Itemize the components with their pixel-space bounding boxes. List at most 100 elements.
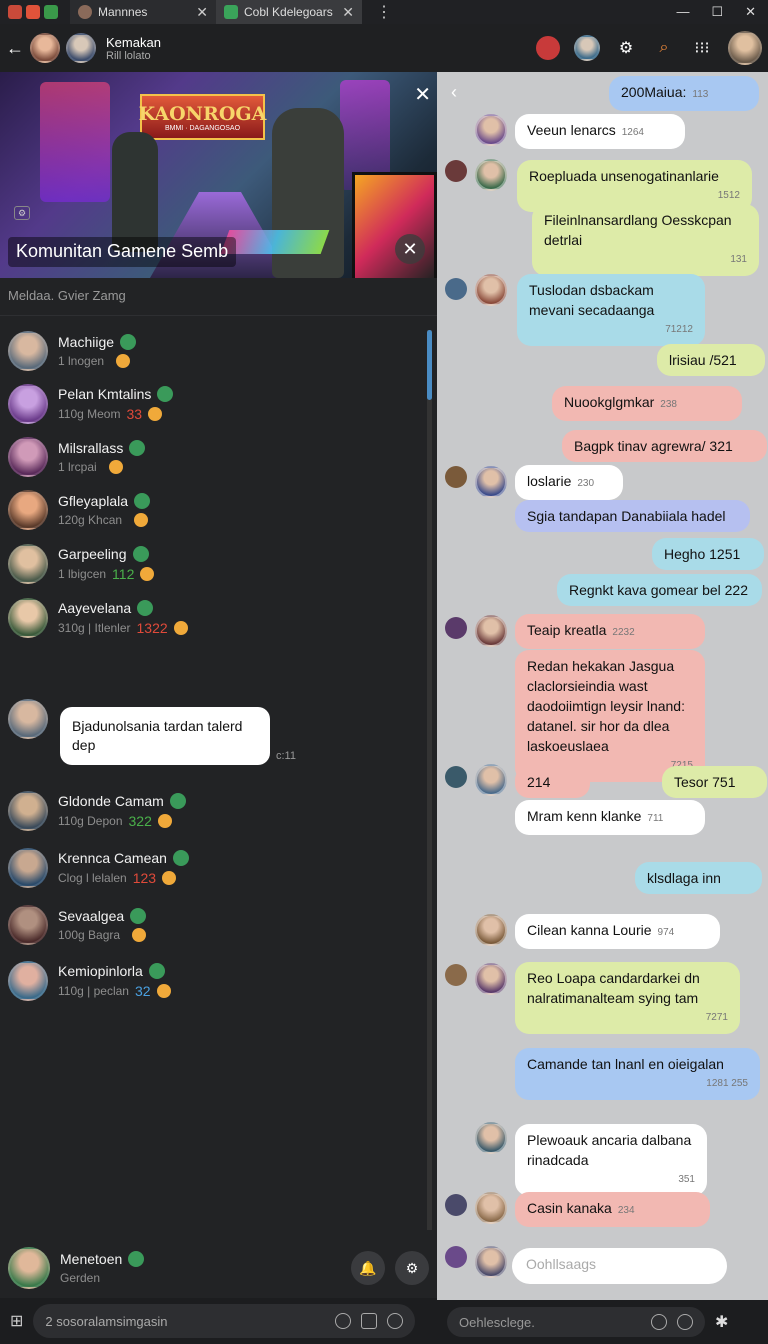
message-bubble[interactable]: Plewoauk ancaria dalbana rinadcada 351 <box>515 1124 707 1196</box>
member-name-line: Aayevelana <box>58 600 188 616</box>
reply-input[interactable]: Oohllsaags <box>512 1248 727 1284</box>
message-time: 230 <box>577 478 595 489</box>
message-bubble[interactable]: lrisiau /521 <box>657 344 765 376</box>
close-icon[interactable]: ✕ <box>342 4 354 21</box>
bell-button[interactable]: 🔔 <box>351 1251 385 1285</box>
server-icon[interactable] <box>445 278 467 300</box>
server-icon[interactable] <box>445 466 467 488</box>
close-icon[interactable]: ✕ <box>196 4 208 21</box>
apps-grid-icon[interactable]: ⁝⁝⁝ <box>690 36 714 60</box>
settings-button[interactable]: ⚙ <box>395 1251 429 1285</box>
server-icon[interactable] <box>445 1194 467 1216</box>
search-icon[interactable]: ⌕ <box>652 36 676 60</box>
tab-coblkdelegoars[interactable]: Cobl Kdelegoars ✕ <box>216 0 362 24</box>
scrollbar[interactable] <box>427 330 432 1230</box>
back-arrow-icon[interactable]: ← <box>6 38 24 59</box>
back-chevron-icon[interactable]: ‹ <box>451 82 457 103</box>
message-bubble[interactable]: Tesor 751 <box>662 766 767 798</box>
close-icon[interactable]: ✕ <box>414 82 431 107</box>
pinned-tab-icon[interactable] <box>44 5 58 19</box>
avatar[interactable] <box>574 35 600 61</box>
message-bubble[interactable]: Veeun lenarcs 1264 <box>515 114 685 149</box>
community-banner: KAONROGA BMMI · DAGANGOSAO ⚙ Komunitan G… <box>0 72 437 278</box>
message-bubble[interactable]: klsdlaga inn <box>635 862 762 894</box>
bug-icon[interactable]: ✱ <box>715 1312 728 1332</box>
avatar[interactable] <box>475 114 507 146</box>
avatar[interactable] <box>475 914 507 946</box>
member-row[interactable]: Garpeeling 1 lbigcen 112 <box>0 544 420 584</box>
avatar[interactable] <box>8 699 48 739</box>
avatar[interactable] <box>30 33 60 63</box>
share-icon[interactable] <box>361 1313 378 1329</box>
avatar[interactable] <box>475 1122 507 1154</box>
message-bubble[interactable]: Reo Loapa candardarkei dn nalratimanalte… <box>515 962 740 1034</box>
message-bubble[interactable]: Redan hekakan Jasgua claclorsieindia was… <box>515 650 705 782</box>
message-bubble[interactable]: Cilean kanna Lourie 974 <box>515 914 720 949</box>
scrollbar-thumb[interactable] <box>427 330 432 400</box>
member-row[interactable]: Sevaalgea 100g Bagra <box>0 905 420 945</box>
message-bubble[interactable]: Tuslodan dsbackam mevani secadaanga 71212 <box>517 274 705 346</box>
avatar[interactable] <box>66 33 96 63</box>
message-bubble[interactable]: Fileinlnansardlang Oesskcpan detrlai 131 <box>532 204 759 276</box>
community-search-input[interactable]: 2 sosoralamsimgasin <box>33 1304 416 1338</box>
member-row[interactable]: Kemiopinlorla 110g | peclan 32 <box>0 961 420 1001</box>
message-bubble[interactable]: Bagpk tinav agrewra/ 321 <box>562 430 767 462</box>
footer-member[interactable]: Menetoen Gerden 🔔 ⚙ <box>0 1240 437 1296</box>
message-bubble[interactable]: Regnkt kava gomear bel 222 <box>557 574 762 606</box>
server-icon[interactable] <box>445 964 467 986</box>
message-bubble[interactable]: loslarie 230 <box>515 465 623 500</box>
gear-icon[interactable]: ⚙ <box>614 36 638 60</box>
tab-mannnes[interactable]: Mannnes ✕ <box>70 0 216 24</box>
emoji-icon <box>108 460 123 474</box>
more-icon[interactable]: ⋮ <box>376 2 392 22</box>
clock-icon[interactable] <box>335 1313 352 1329</box>
server-icon[interactable] <box>445 1246 467 1268</box>
member-row[interactable]: Krennca Camean Clog l lelalen 123 <box>0 848 420 888</box>
server-icon[interactable] <box>445 160 467 182</box>
clock-icon[interactable] <box>651 1314 667 1330</box>
avatar[interactable] <box>475 1246 507 1278</box>
message-bubble[interactable]: Teaip kreatla 2232 <box>515 614 705 649</box>
avatar[interactable] <box>728 31 762 65</box>
message-bubble[interactable]: Camande tan lnanl en oieigalan 1281 255 <box>515 1048 760 1100</box>
avatar[interactable] <box>475 764 507 796</box>
member-row[interactable]: Machiige 1 lnogen <box>0 331 420 371</box>
message-bubble[interactable]: Casin kanaka 234 <box>515 1192 710 1227</box>
server-icon[interactable] <box>445 766 467 788</box>
close-button[interactable]: ✕ <box>395 234 425 264</box>
message-bubble[interactable]: 214 <box>515 766 590 798</box>
game-icon[interactable] <box>536 36 560 60</box>
message-bubble[interactable]: Hegho 1251 <box>652 538 764 570</box>
avatar[interactable] <box>475 274 507 306</box>
pinned-tab-icon[interactable] <box>26 5 40 19</box>
window-controls: — ☐ ✕ <box>676 4 768 20</box>
server-icon[interactable] <box>445 617 467 639</box>
member-row[interactable]: Gfleyaplala 120g Khcan <box>0 490 420 530</box>
message-popup[interactable]: Bjadunolsania tardan talerd dep <box>60 707 270 765</box>
close-window-icon[interactable]: ✕ <box>745 4 756 20</box>
grid-icon[interactable]: ⊞ <box>10 1311 23 1331</box>
member-row[interactable]: Milsrallass 1 lrcpai <box>0 437 420 477</box>
emoji-icon[interactable] <box>677 1314 693 1330</box>
member-status: 1 lnogen <box>58 354 105 368</box>
chat-input[interactable]: Oehlesclege. <box>447 1307 705 1337</box>
minimize-icon[interactable]: — <box>676 4 689 20</box>
chevron-down-icon[interactable] <box>387 1313 404 1329</box>
message-bubble[interactable]: Nuookglgmkar 238 <box>552 386 742 421</box>
pinned-tab-icon[interactable] <box>8 5 22 19</box>
avatar[interactable] <box>475 466 507 498</box>
member-row[interactable]: Gldonde Camam 110g Depon 322 <box>0 791 420 831</box>
chat-title[interactable]: Kemakan Rill lolato <box>106 35 161 62</box>
maximize-icon[interactable]: ☐ <box>711 4 723 20</box>
member-row[interactable]: Aayevelana 310g | Itlenler 1322 <box>0 598 420 638</box>
avatar[interactable] <box>475 615 507 647</box>
member-text: Pelan Kmtalins 110g Meom 33 <box>58 386 174 422</box>
member-row[interactable]: Pelan Kmtalins 110g Meom 33 <box>0 384 420 424</box>
message-bubble[interactable]: 200Maiua: 113 <box>609 76 759 111</box>
avatar[interactable] <box>475 963 507 995</box>
avatar[interactable] <box>475 1192 507 1224</box>
message-bubble[interactable]: Sgia tandapan Danabiiala hadel <box>515 500 750 532</box>
avatar[interactable] <box>475 159 507 191</box>
message-bubble[interactable]: Mram kenn klanke 711 <box>515 800 705 835</box>
message-text: Tesor 751 <box>674 774 736 790</box>
